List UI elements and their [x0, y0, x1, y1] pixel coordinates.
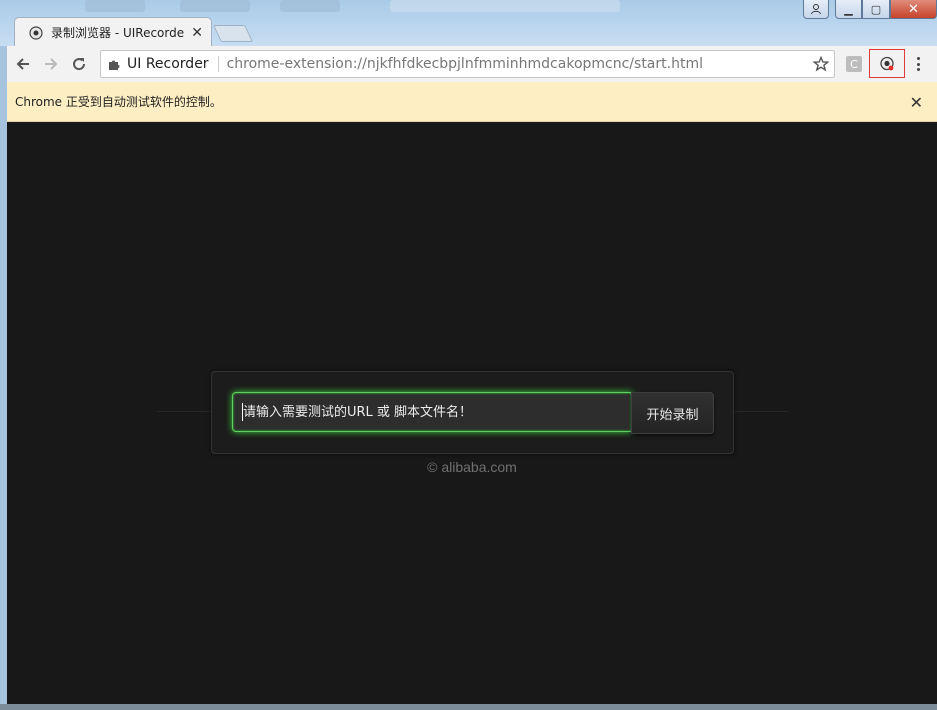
- url-text[interactable]: chrome-extension://njkfhfdkecbpjlnfmminh…: [219, 56, 703, 72]
- extension-chip: UI Recorder: [101, 56, 219, 72]
- window-bottom-frame: [0, 704, 937, 710]
- puzzle-icon: [108, 58, 121, 71]
- start-panel: 开始录制: [211, 371, 734, 454]
- text-caret: [242, 403, 243, 421]
- infobar-close-icon[interactable]: ✕: [910, 93, 923, 112]
- recorder-favicon-icon: [29, 25, 43, 40]
- background-blur: [280, 0, 340, 12]
- window-left-frame: [0, 46, 7, 704]
- copyright-text: © alibaba.com: [427, 459, 517, 475]
- minimize-button[interactable]: ▁: [835, 0, 862, 19]
- start-recording-button[interactable]: 开始录制: [631, 392, 714, 434]
- divider-line: [157, 411, 211, 412]
- new-tab-button[interactable]: [213, 25, 253, 42]
- background-blur: [85, 0, 145, 12]
- browser-tab[interactable]: 录制浏览器 - UIRecorde ✕: [14, 17, 212, 47]
- menu-kebab-icon[interactable]: [913, 55, 923, 73]
- background-blur: [180, 0, 250, 12]
- page-content: 开始录制 © alibaba.com: [7, 122, 937, 704]
- close-window-button[interactable]: ✕: [890, 0, 937, 19]
- extension-c-icon[interactable]: C: [846, 56, 862, 72]
- window-titlebar: 录制浏览器 - UIRecorde ✕ ▁ ▢ ✕: [0, 0, 937, 47]
- extension-name: UI Recorder: [127, 56, 209, 72]
- window-controls: ▁ ▢ ✕: [803, 0, 937, 19]
- user-profile-icon[interactable]: [803, 0, 829, 19]
- tab-close-icon[interactable]: ✕: [191, 25, 203, 41]
- forward-arrow-icon[interactable]: [39, 52, 63, 76]
- restore-button[interactable]: ▢: [862, 0, 890, 19]
- tab-title: 录制浏览器 - UIRecorde: [51, 26, 185, 40]
- address-bar[interactable]: UI Recorder chrome-extension://njkfhfdke…: [100, 50, 835, 78]
- back-arrow-icon[interactable]: [11, 52, 35, 76]
- url-or-script-input[interactable]: [232, 392, 632, 432]
- divider-line: [734, 411, 788, 412]
- reload-icon[interactable]: [67, 52, 91, 76]
- automation-infobar: Chrome 正受到自动测试软件的控制。 ✕: [7, 82, 937, 122]
- browser-toolbar: UI Recorder chrome-extension://njkfhfdke…: [7, 46, 937, 82]
- infobar-message: Chrome 正受到自动测试软件的控制。: [15, 95, 222, 109]
- bookmark-star-icon[interactable]: [812, 55, 830, 76]
- ui-recorder-extension-icon[interactable]: [869, 49, 905, 78]
- background-blur: [390, 0, 620, 12]
